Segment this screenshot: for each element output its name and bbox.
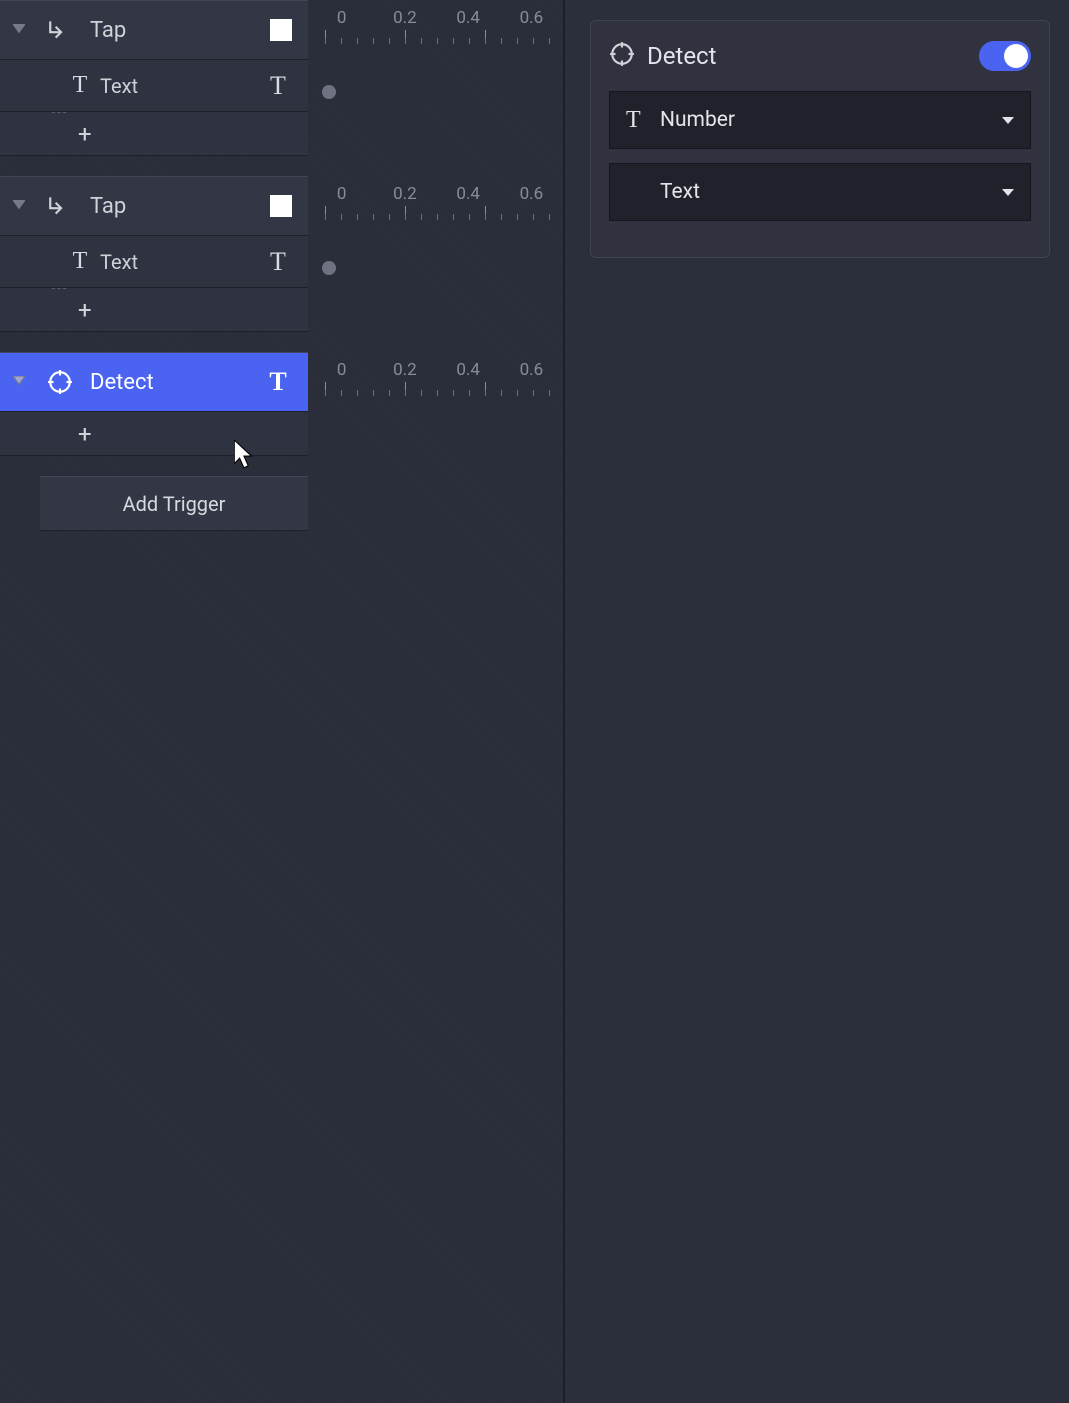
trigger-block: Detect T + 0 0.2 0.4 0.6: [0, 352, 563, 456]
color-swatch[interactable]: [270, 19, 292, 41]
tap-icon: [38, 193, 82, 219]
inspector-title: Detect: [647, 42, 979, 70]
ruler-marks: [310, 206, 563, 224]
add-trigger-label: Add Trigger: [123, 492, 226, 516]
add-trigger-button[interactable]: Add Trigger: [40, 476, 308, 531]
inspector-panel: Detect T Number Text: [590, 20, 1050, 258]
detect-icon: [38, 369, 82, 395]
ruler-tick: 0.6: [500, 184, 563, 204]
add-child-button[interactable]: +: [0, 288, 308, 332]
disclosure-icon[interactable]: [0, 24, 38, 36]
inspector-header: Detect: [609, 21, 1031, 91]
child-label: Text: [100, 250, 258, 274]
dropdown-label: Text: [660, 180, 1002, 204]
text-icon: T: [60, 72, 100, 99]
timeline-pane: Tap T Text T + 0 0.2 0.4 0.6: [0, 0, 565, 1403]
trigger-header-tap[interactable]: Tap: [0, 0, 308, 60]
ruler-marks: [310, 382, 563, 400]
ruler-tick: 0.4: [437, 184, 500, 204]
trigger-label: Tap: [90, 194, 270, 219]
ruler-tick: 0.2: [373, 360, 436, 380]
text-type-icon: T: [258, 71, 298, 101]
ruler-tick: 0.2: [373, 8, 436, 28]
chevron-down-icon: [1002, 117, 1014, 124]
ruler-tick: 0.4: [437, 8, 500, 28]
ruler-tick: 0: [310, 184, 373, 204]
add-child-button[interactable]: +: [0, 412, 308, 456]
keyframe-dot[interactable]: [322, 261, 336, 275]
trigger-block: Tap T Text T + 0 0.2 0.4 0.6: [0, 0, 563, 156]
add-child-button[interactable]: +: [0, 112, 308, 156]
disclosure-icon[interactable]: [0, 376, 38, 388]
text-icon: T: [626, 107, 660, 134]
plus-icon: +: [78, 120, 92, 148]
ruler-tick: 0.4: [437, 360, 500, 380]
disclosure-icon[interactable]: [0, 200, 38, 212]
text-type-icon: T: [258, 247, 298, 277]
plus-icon: +: [78, 420, 92, 448]
enable-toggle[interactable]: [979, 41, 1031, 71]
value-type-dropdown[interactable]: T Number: [609, 91, 1031, 149]
trigger-label: Detect: [90, 370, 262, 395]
dropdown-label: Number: [660, 108, 1002, 132]
trigger-child-row[interactable]: T Text T: [0, 236, 308, 288]
trigger-block: Tap T Text T + 0 0.2 0.4 0.6: [0, 176, 563, 332]
target-dropdown[interactable]: Text: [609, 163, 1031, 221]
detect-icon: [609, 41, 635, 72]
ruler-tick: 0: [310, 360, 373, 380]
chevron-down-icon: [1002, 189, 1014, 196]
text-icon: T: [60, 248, 100, 275]
plus-icon: +: [78, 296, 92, 324]
ruler-tick: 0.6: [500, 8, 563, 28]
text-type-icon: T: [262, 367, 294, 397]
keyframe-dot[interactable]: [322, 85, 336, 99]
tap-icon: [38, 17, 82, 43]
ruler-tick: 0.2: [373, 184, 436, 204]
trigger-header-tap[interactable]: Tap: [0, 176, 308, 236]
ruler-marks: [310, 30, 563, 48]
color-swatch[interactable]: [270, 195, 292, 217]
trigger-child-row[interactable]: T Text T: [0, 60, 308, 112]
ruler-tick: 0.6: [500, 360, 563, 380]
child-label: Text: [100, 74, 258, 98]
cursor-icon: [234, 440, 256, 470]
trigger-header-detect[interactable]: Detect T: [0, 352, 308, 412]
trigger-label: Tap: [90, 18, 270, 43]
ruler-tick: 0: [310, 8, 373, 28]
